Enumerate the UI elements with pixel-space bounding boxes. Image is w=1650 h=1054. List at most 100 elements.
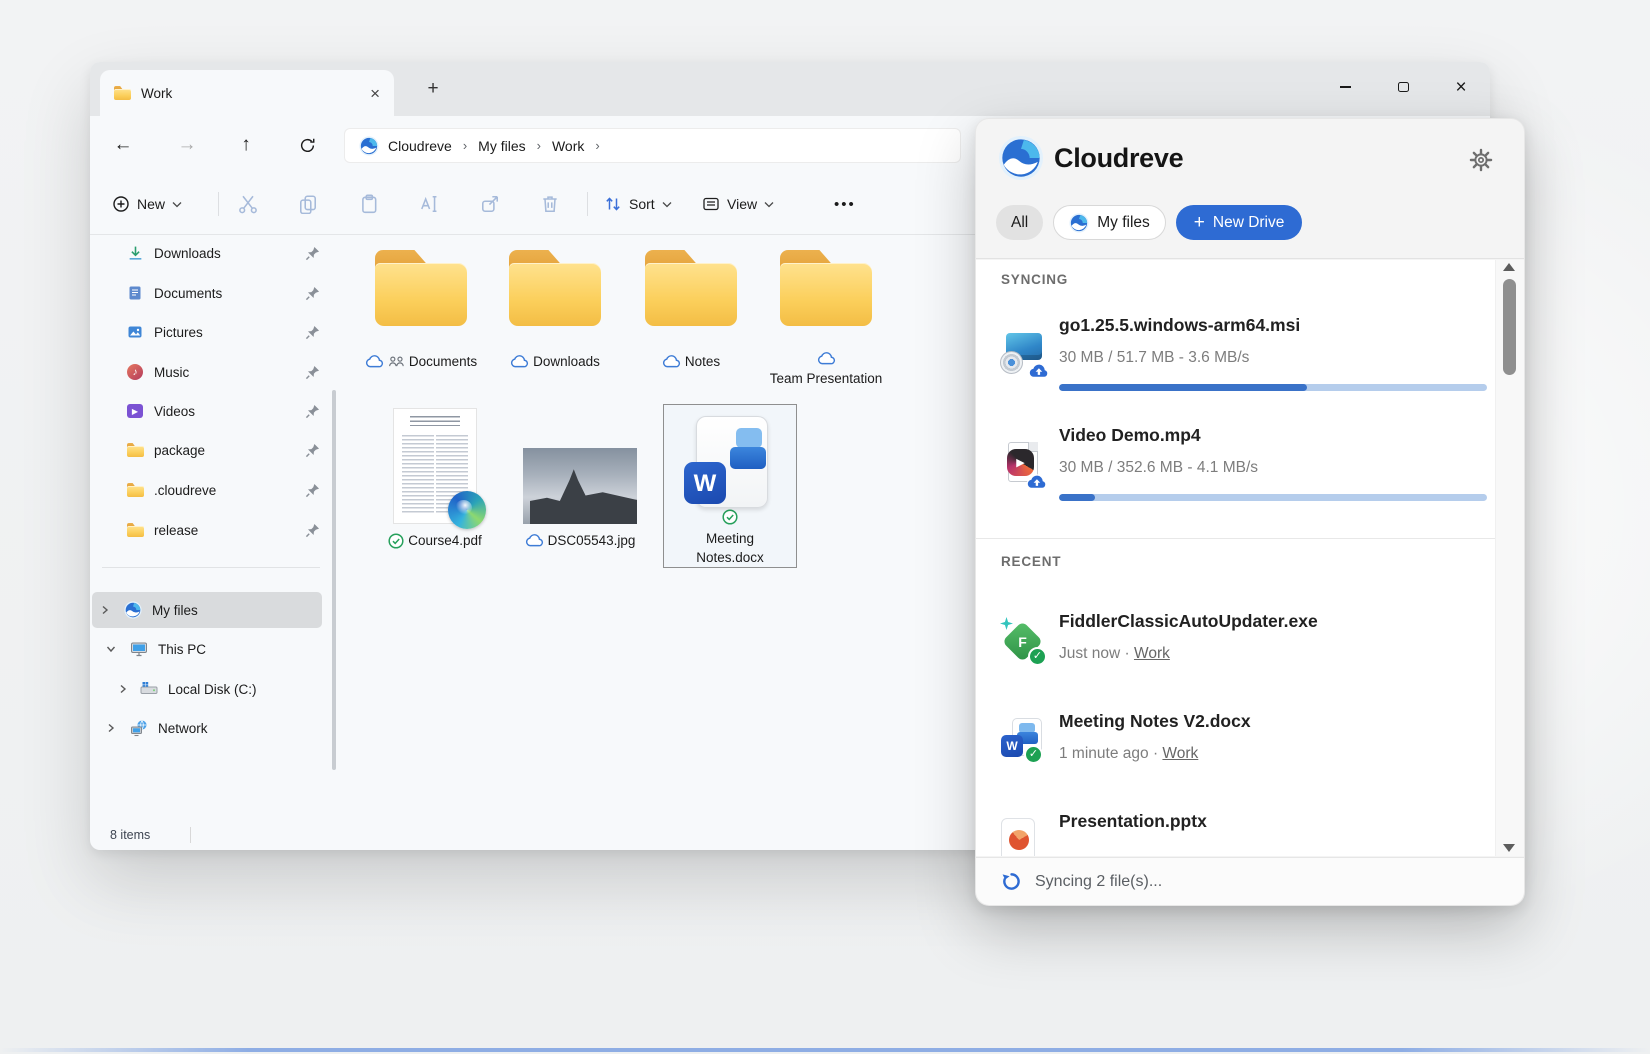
msi-installer-icon <box>1001 332 1045 376</box>
chevron-down-icon[interactable] <box>106 644 120 654</box>
tab-work[interactable]: Work × <box>100 70 394 116</box>
minimize-button[interactable] <box>1316 62 1374 112</box>
sidebar-item-label: Network <box>158 721 208 736</box>
sidebar-item-local-disk-c[interactable]: Local Disk (C:) <box>98 671 332 707</box>
chevron-right-icon[interactable] <box>100 605 114 615</box>
sidebar-item-package[interactable]: package <box>98 432 332 468</box>
folder-tile-documents[interactable]: Documents <box>361 248 481 371</box>
this-pc-icon <box>130 640 148 658</box>
pin-icon <box>305 246 320 261</box>
close-button[interactable]: × <box>1432 62 1490 112</box>
cloudreve-logo-icon <box>359 136 379 156</box>
new-tab-button[interactable]: + <box>420 76 446 102</box>
sidebar-item-network[interactable]: Network <box>98 710 332 746</box>
view-button-label: View <box>727 196 757 212</box>
chevron-right-icon[interactable] <box>106 723 120 733</box>
chip-all[interactable]: All <box>996 205 1043 240</box>
cloud-sync-icon <box>662 355 681 368</box>
pin-icon <box>305 325 320 340</box>
new-button[interactable]: New <box>112 174 182 234</box>
view-button[interactable]: View <box>702 174 774 234</box>
sidebar-item-documents[interactable]: Documents <box>98 275 332 311</box>
more-options-button[interactable]: ••• <box>834 174 856 234</box>
sidebar-item-label: Videos <box>154 404 195 419</box>
synced-check-icon <box>388 533 404 549</box>
sidebar-item-my-files[interactable]: My files <box>92 592 322 628</box>
scroll-up-arrow[interactable] <box>1503 263 1515 271</box>
gear-icon <box>1468 147 1494 173</box>
sidebar-item-pictures[interactable]: Pictures <box>98 314 332 350</box>
sort-button[interactable]: Sort <box>604 174 672 234</box>
sidebar-scrollbar[interactable] <box>332 390 336 770</box>
plus-icon: + <box>1194 213 1205 232</box>
cloudreve-logo <box>998 135 1044 181</box>
forward-button[interactable]: → <box>172 130 202 160</box>
share-button[interactable] <box>480 174 500 234</box>
scroll-down-arrow[interactable] <box>1503 844 1515 852</box>
sidebar-item-release[interactable]: release <box>98 512 332 548</box>
refresh-button[interactable] <box>292 130 322 160</box>
sidebar-item-label: My files <box>152 603 198 618</box>
sidebar-item-label: .cloudreve <box>154 483 216 498</box>
synced-check-badge: ✓ <box>1028 647 1047 666</box>
back-button[interactable]: ← <box>108 130 138 160</box>
breadcrumb-item-my-files[interactable]: My files <box>478 138 525 154</box>
fiddler-exe-icon: F ✓ <box>999 618 1045 664</box>
close-icon: × <box>1455 78 1466 97</box>
rename-button[interactable] <box>419 174 439 234</box>
sort-icon <box>604 195 622 213</box>
file-name: DSC05543.jpg <box>548 531 636 550</box>
delete-button[interactable] <box>540 174 560 234</box>
syncing-heading: SYNCING <box>1001 272 1068 287</box>
sidebar-item-music[interactable]: ♪ Music <box>98 354 332 390</box>
pin-icon <box>305 443 320 458</box>
chevron-down-icon <box>662 201 672 208</box>
word-document-icon: W <box>682 416 778 503</box>
word-docx-icon: W ✓ <box>999 718 1045 764</box>
sidebar-item-cloudreve-folder[interactable]: .cloudreve <box>98 472 332 508</box>
new-drive-button[interactable]: + New Drive <box>1176 205 1303 240</box>
breadcrumb-item-work[interactable]: Work <box>552 138 584 154</box>
chevron-right-icon[interactable] <box>118 684 132 694</box>
sync-file-name: Video Demo.mp4 <box>1059 425 1201 446</box>
cloud-sync-icon <box>525 534 544 547</box>
cloudreve-sync-popup: Cloudreve All My files + New Drive <box>975 118 1525 906</box>
recent-location-link[interactable]: Work <box>1134 645 1170 662</box>
chip-my-files[interactable]: My files <box>1053 205 1166 240</box>
folder-tile-team-presentation[interactable]: Team Presentation <box>766 248 886 388</box>
up-button[interactable]: ↑ <box>231 130 261 160</box>
cut-button[interactable] <box>238 174 258 234</box>
tab-strip: Work × + × <box>90 62 1490 116</box>
pdf-thumbnail <box>393 408 477 524</box>
recent-heading: RECENT <box>1001 554 1061 569</box>
cloudreve-logo-icon <box>1069 213 1089 233</box>
videos-icon: ▶ <box>126 402 144 420</box>
file-tile-course4-pdf[interactable]: Course4.pdf <box>375 400 495 550</box>
folder-icon <box>126 441 144 459</box>
file-tile-meeting-notes-docx-selected[interactable]: W Meeting Notes.docx <box>663 404 797 568</box>
cloud-upload-icon <box>1025 473 1047 490</box>
settings-button[interactable] <box>1468 147 1494 173</box>
sidebar-item-label: Pictures <box>154 325 203 340</box>
cloudreve-logo-icon <box>124 601 142 619</box>
recent-file-name: Presentation.pptx <box>1059 811 1207 832</box>
recent-time: 1 minute ago <box>1059 745 1149 762</box>
breadcrumb[interactable]: Cloudreve › My files › Work › <box>345 129 960 162</box>
popup-title: Cloudreve <box>1054 143 1183 174</box>
paste-button[interactable] <box>359 174 379 234</box>
recent-location-link[interactable]: Work <box>1162 745 1198 762</box>
sidebar-item-this-pc[interactable]: This PC <box>98 631 332 667</box>
sidebar-item-downloads[interactable]: Downloads <box>98 235 332 271</box>
sidebar-item-label: Music <box>154 365 189 380</box>
popup-scrollbar-thumb[interactable] <box>1503 279 1516 375</box>
sort-button-label: Sort <box>629 196 655 212</box>
sidebar-item-videos[interactable]: ▶ Videos <box>98 393 332 429</box>
copy-button[interactable] <box>298 174 318 234</box>
file-tile-dsc05543-jpg[interactable]: DSC05543.jpg <box>520 400 640 550</box>
tab-close-icon[interactable]: × <box>370 85 380 102</box>
folder-tile-notes[interactable]: Notes <box>631 248 751 371</box>
breadcrumb-item-cloudreve[interactable]: Cloudreve <box>388 138 452 154</box>
recent-file-name: Meeting Notes V2.docx <box>1059 711 1251 732</box>
folder-tile-downloads[interactable]: Downloads <box>495 248 615 371</box>
maximize-button[interactable] <box>1374 62 1432 112</box>
